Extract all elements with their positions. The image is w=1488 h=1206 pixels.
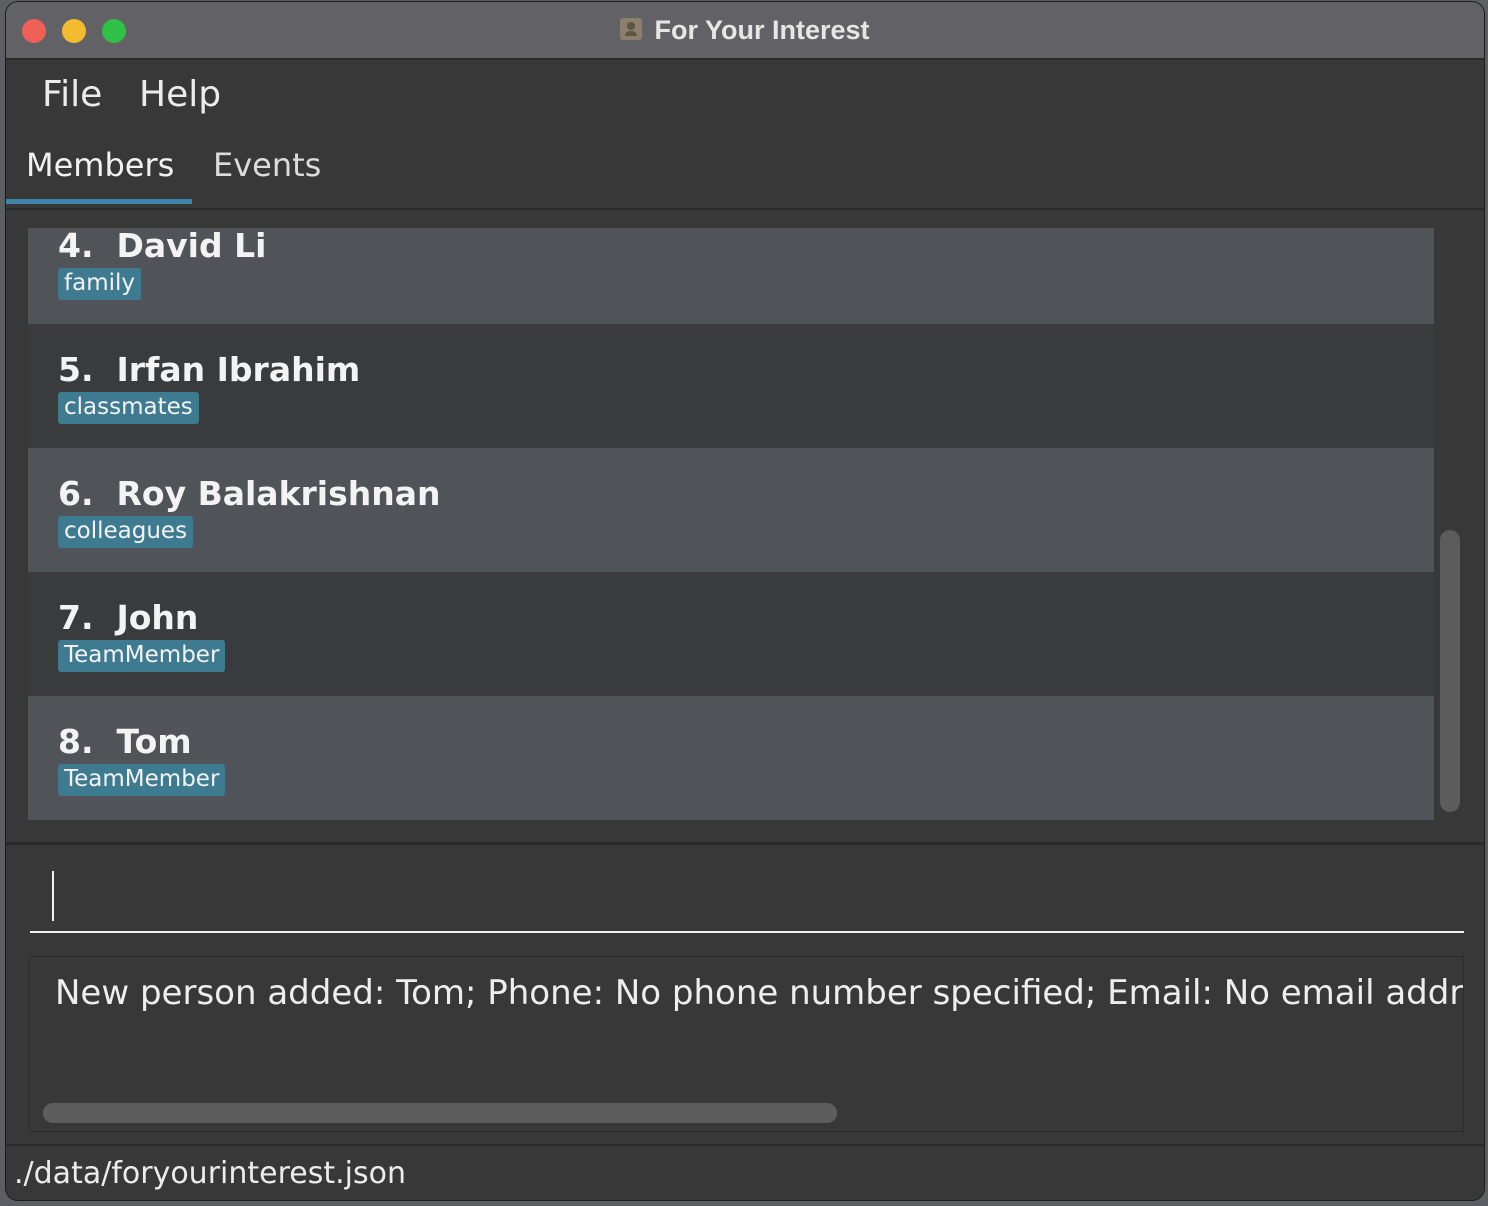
list-item[interactable]: 5. Irfan Ibrahim classmates bbox=[28, 324, 1434, 448]
member-tag: classmates bbox=[58, 392, 199, 424]
member-tag: TeamMember bbox=[58, 764, 226, 796]
title-bar[interactable]: For Your Interest bbox=[6, 2, 1484, 60]
command-input[interactable] bbox=[30, 931, 1464, 933]
window-title: For Your Interest bbox=[654, 14, 870, 45]
member-name: 6. Roy Balakrishnan bbox=[58, 474, 441, 513]
member-list[interactable]: 4. David Li family 5. Irfan Ibrahim clas… bbox=[28, 228, 1434, 822]
menu-help[interactable]: Help bbox=[139, 74, 221, 115]
member-name: 5. Irfan Ibrahim bbox=[58, 350, 361, 389]
member-name: 7. John bbox=[58, 598, 199, 637]
member-tag: TeamMember bbox=[58, 640, 226, 672]
result-display[interactable]: New person added: Tom; Phone: No phone n… bbox=[28, 956, 1464, 1132]
tab-events[interactable]: Events bbox=[213, 146, 321, 206]
list-item[interactable]: 7. John TeamMember bbox=[28, 572, 1434, 696]
app-icon bbox=[620, 18, 643, 40]
member-tag: family bbox=[58, 268, 141, 300]
result-horizontal-scrollbar[interactable] bbox=[43, 1103, 837, 1123]
active-tab-indicator bbox=[6, 199, 192, 204]
app-window: For Your Interest File Help Members Even… bbox=[6, 2, 1484, 1200]
member-name: 4. David Li bbox=[58, 228, 267, 265]
list-item[interactable]: 8. Tom TeamMember bbox=[28, 696, 1434, 820]
tab-bar: Members Events bbox=[6, 134, 1484, 210]
data-file-path: ./data/foryourinterest.json bbox=[14, 1156, 406, 1191]
menu-bar: File Help bbox=[6, 60, 1484, 134]
command-box[interactable] bbox=[6, 842, 1484, 945]
result-text: New person added: Tom; Phone: No phone n… bbox=[55, 973, 1464, 1013]
menu-file[interactable]: File bbox=[42, 74, 102, 115]
list-item[interactable]: 6. Roy Balakrishnan colleagues bbox=[28, 448, 1434, 572]
text-cursor bbox=[52, 871, 54, 921]
status-bar: ./data/foryourinterest.json bbox=[6, 1144, 1484, 1200]
tab-members[interactable]: Members bbox=[26, 146, 174, 206]
member-list-scrollbar-thumb[interactable] bbox=[1440, 530, 1460, 812]
member-name: 8. Tom bbox=[58, 722, 192, 761]
member-tag: colleagues bbox=[58, 516, 194, 548]
